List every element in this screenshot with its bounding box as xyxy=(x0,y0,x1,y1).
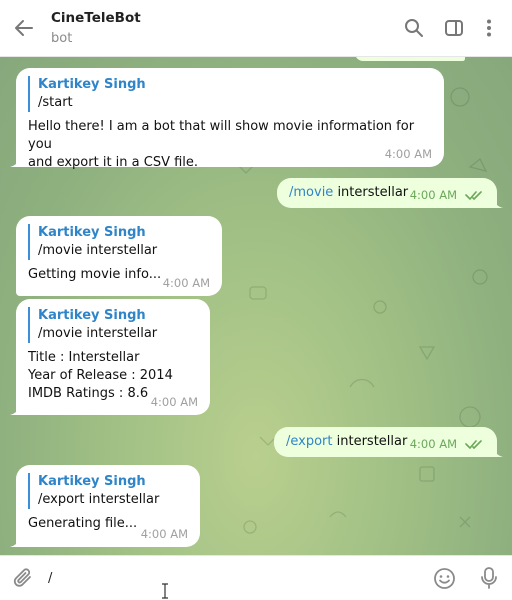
message-text-line: Year of Release : 2014 xyxy=(28,368,173,383)
message-input[interactable] xyxy=(48,564,418,592)
message-bubble-outgoing[interactable]: /movie interstellar 4:00 AM xyxy=(277,178,503,208)
message-composer xyxy=(0,555,512,600)
message-text: interstellar xyxy=(333,185,409,200)
bot-command-link[interactable]: /export xyxy=(286,434,333,449)
bubble-tail xyxy=(493,198,503,208)
message-text: interstellar xyxy=(332,434,408,449)
double-check-icon xyxy=(465,440,482,449)
paperclip-icon[interactable] xyxy=(12,567,34,589)
chat-header: CineTeleBot bot xyxy=(0,0,512,57)
double-check-icon xyxy=(465,191,482,200)
bot-command-link[interactable]: /movie xyxy=(289,185,333,200)
reply-text: /export interstellar xyxy=(38,492,160,507)
emoji-icon[interactable] xyxy=(433,567,456,590)
more-vertical-icon[interactable] xyxy=(479,18,499,38)
bubble-tail xyxy=(10,157,20,167)
message-time: 4:00 AM xyxy=(384,147,432,161)
reply-text: /movie interstellar xyxy=(38,326,158,341)
message-bubble-partial xyxy=(355,57,465,61)
chat-subtitle: bot xyxy=(51,31,73,46)
message-time: 4:00 AM xyxy=(150,395,198,409)
reply-text: /movie interstellar xyxy=(38,243,158,258)
message-text-line: Hello there! I am a bot that will show m… xyxy=(28,119,415,152)
reply-preview[interactable]: Kartikey Singh /export interstellar xyxy=(28,473,188,509)
reply-sender-name: Kartikey Singh xyxy=(38,77,146,92)
text-cursor-icon xyxy=(162,583,168,599)
chat-title[interactable]: CineTeleBot xyxy=(51,10,141,26)
message-time: 4:00 AM xyxy=(140,527,188,541)
message-time: 4:00 AM xyxy=(409,437,457,451)
reply-sender-name: Kartikey Singh xyxy=(38,308,146,323)
reply-preview[interactable]: Kartikey Singh /movie interstellar xyxy=(28,224,210,260)
reply-text: /start xyxy=(38,95,73,110)
bubble-tail xyxy=(10,405,20,415)
message-time: 4:00 AM xyxy=(162,276,210,290)
chat-history[interactable]: Kartikey Singh /start Hello there! I am … xyxy=(0,57,512,555)
reply-sender-name: Kartikey Singh xyxy=(38,225,146,240)
reply-preview[interactable]: Kartikey Singh /movie interstellar xyxy=(28,307,198,343)
message-bubble[interactable]: Kartikey Singh /movie interstellar Getti… xyxy=(16,216,222,296)
microphone-icon[interactable] xyxy=(479,566,499,590)
message-text-line: and export it in a CSV file. xyxy=(28,155,199,170)
message-bubble-outgoing[interactable]: /export interstellar 4:00 AM xyxy=(274,427,503,457)
bubble-tail xyxy=(493,447,503,457)
reply-preview[interactable]: Kartikey Singh /start xyxy=(28,76,432,112)
reply-sender-name: Kartikey Singh xyxy=(38,474,146,489)
search-icon[interactable] xyxy=(404,18,424,38)
message-time: 4:00 AM xyxy=(409,188,457,202)
arrow-left-icon[interactable] xyxy=(13,17,35,39)
message-bubble[interactable]: Kartikey Singh /movie interstellar Title… xyxy=(10,299,210,415)
sidebar-toggle-icon[interactable] xyxy=(444,18,464,38)
message-bubble[interactable]: Kartikey Singh /start Hello there! I am … xyxy=(10,68,444,170)
bubble-tail xyxy=(10,537,20,547)
message-bubble[interactable]: Kartikey Singh /export interstellar Gene… xyxy=(10,465,200,547)
message-text-line: Title : Interstellar xyxy=(28,350,140,365)
